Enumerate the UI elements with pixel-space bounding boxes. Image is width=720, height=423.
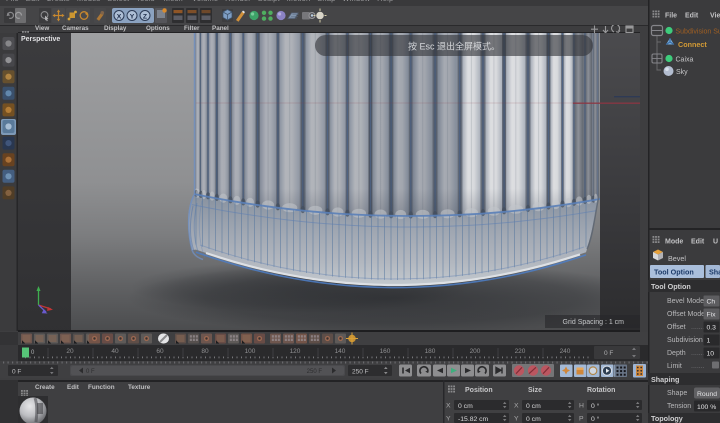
svg-text:Subdivision Su: Subdivision Su (676, 29, 720, 36)
svg-text:0 F: 0 F (604, 350, 613, 357)
svg-text:Edit: Edit (685, 13, 699, 20)
svg-text:Tension: Tension (667, 403, 691, 410)
svg-text:Edit: Edit (691, 239, 705, 246)
svg-text:140: 140 (335, 348, 346, 355)
svg-text:80: 80 (201, 348, 209, 355)
svg-text:Bevel Mode: Bevel Mode (667, 298, 704, 305)
svg-text:Position: Position (465, 387, 493, 394)
svg-text:Shap: Shap (709, 268, 720, 277)
svg-text:Caixa: Caixa (676, 57, 694, 64)
svg-text:250 F: 250 F (352, 369, 369, 376)
svg-text:Size: Size (528, 387, 542, 394)
svg-text:Offset: Offset (667, 324, 686, 331)
svg-text:Subdivision: Subdivision (667, 337, 703, 344)
svg-text:200: 200 (470, 348, 481, 355)
svg-text:40: 40 (111, 348, 119, 355)
svg-text:Tool Option: Tool Option (654, 268, 694, 277)
svg-text:Ch: Ch (707, 299, 716, 306)
svg-text:Shape: Shape (667, 390, 687, 397)
svg-text:U: U (713, 239, 718, 246)
svg-text:H: H (579, 403, 584, 410)
svg-text:180: 180 (425, 348, 436, 355)
svg-text:Z: Z (143, 13, 147, 20)
svg-text:Mode: Mode (665, 239, 683, 246)
svg-text:10: 10 (707, 351, 715, 358)
svg-text:Depth: Depth (667, 350, 686, 357)
svg-text:100 %: 100 % (697, 404, 716, 411)
svg-text:Y: Y (130, 13, 135, 20)
svg-text:Fix: Fix (707, 312, 717, 319)
svg-text:Tool Option: Tool Option (651, 282, 691, 291)
svg-text:0 F: 0 F (86, 369, 95, 375)
svg-text:0 cm: 0 cm (526, 416, 541, 423)
svg-text:Rotation: Rotation (587, 387, 615, 394)
svg-text:240: 240 (560, 348, 571, 355)
svg-text:X: X (117, 13, 122, 20)
svg-text:250 F: 250 F (307, 369, 323, 375)
svg-text:160: 160 (380, 348, 391, 355)
svg-text:0 °: 0 ° (591, 402, 600, 410)
svg-text:0 F: 0 F (12, 369, 21, 376)
svg-text:Y: Y (514, 416, 519, 423)
svg-text:Shaping: Shaping (651, 375, 679, 384)
svg-text:1: 1 (707, 338, 711, 345)
svg-text:Round: Round (697, 391, 717, 398)
svg-text:Offset Mode: Offset Mode (667, 311, 705, 318)
svg-text:120: 120 (290, 348, 301, 355)
svg-text:0 cm: 0 cm (526, 403, 541, 410)
svg-text:0 cm: 0 cm (458, 403, 473, 410)
svg-text:按 Esc 退出全屏模式。: 按 Esc 退出全屏模式。 (408, 41, 500, 52)
svg-text:220: 220 (515, 348, 526, 355)
svg-text:0 °: 0 ° (591, 415, 600, 423)
svg-text:-15.82 cm: -15.82 cm (458, 416, 489, 423)
svg-text:.......: ....... (691, 350, 705, 357)
svg-text:Connect: Connect (678, 40, 707, 49)
svg-text:Limit: Limit (667, 363, 682, 370)
svg-text:20: 20 (66, 348, 74, 355)
svg-text:X: X (446, 403, 451, 410)
svg-text:Sky: Sky (676, 69, 688, 76)
svg-text:P: P (579, 416, 584, 423)
svg-text:.......: ....... (691, 324, 705, 331)
svg-text:Grid Spacing : 1 cm: Grid Spacing : 1 cm (563, 319, 625, 326)
svg-text:0.3: 0.3 (707, 325, 717, 332)
svg-text:File: File (665, 13, 677, 20)
svg-text:.......: ....... (691, 363, 705, 370)
svg-text:Topology: Topology (651, 414, 683, 423)
svg-text:Bevel: Bevel (668, 254, 686, 263)
svg-text:X: X (514, 403, 519, 410)
svg-text:Vie: Vie (710, 13, 720, 20)
svg-text:60: 60 (156, 348, 164, 355)
svg-text:100: 100 (245, 348, 256, 355)
svg-text:Y: Y (446, 416, 451, 423)
